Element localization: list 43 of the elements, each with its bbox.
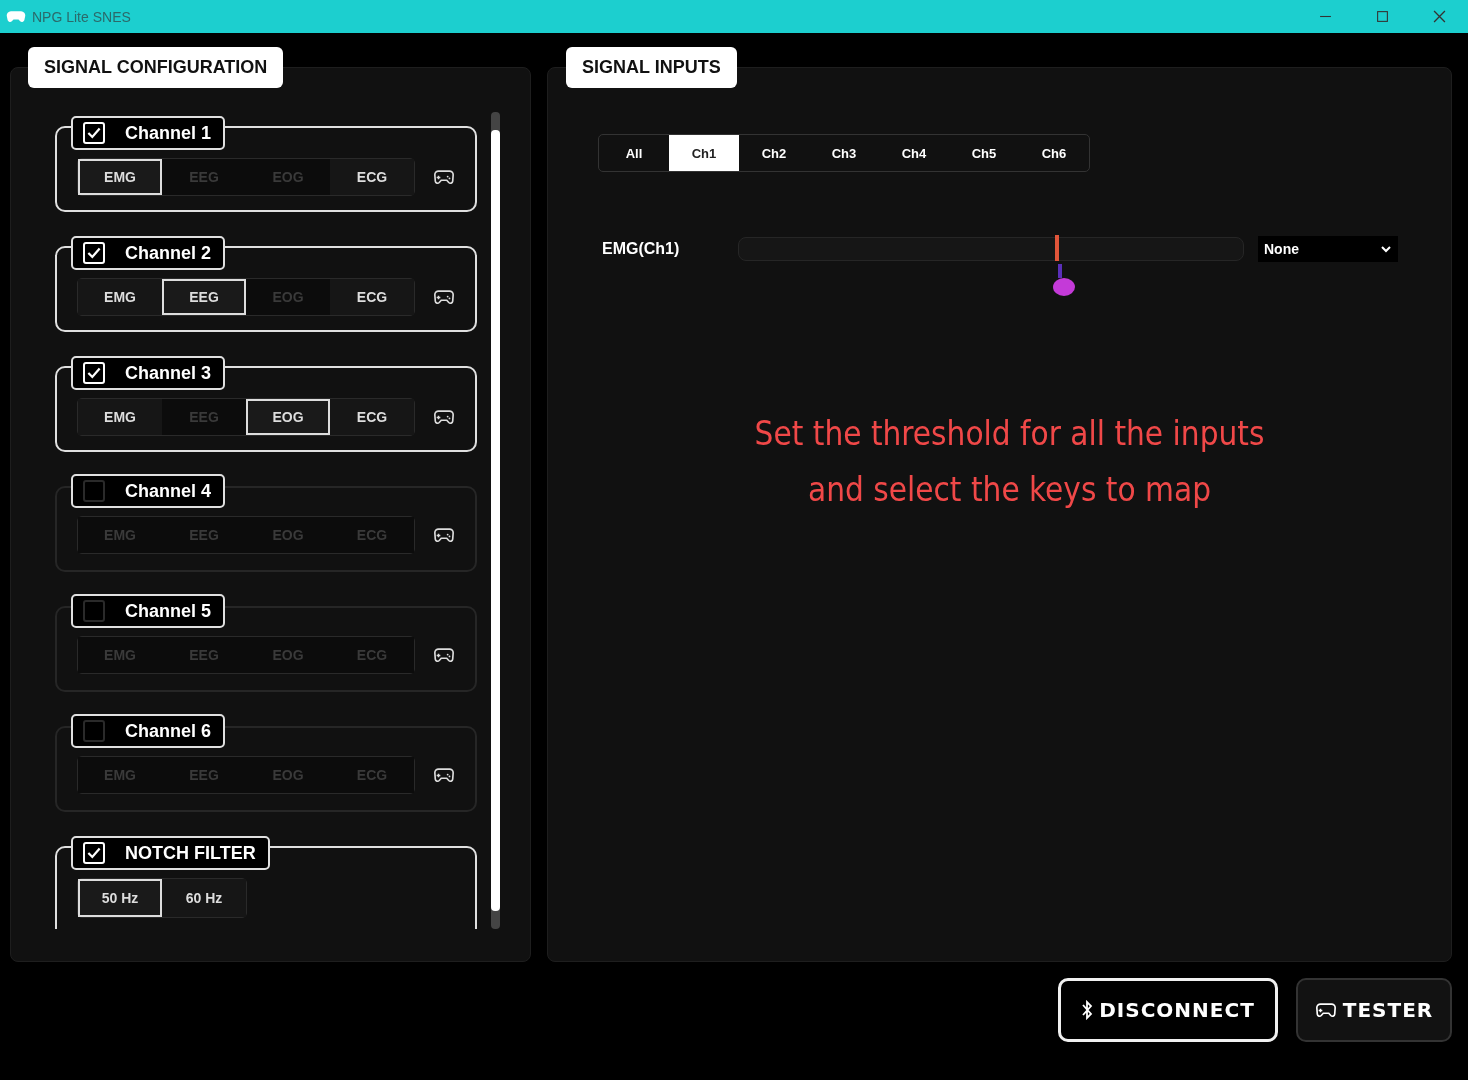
channel-tab[interactable]: Ch3: [809, 135, 879, 171]
notch-filter-label: NOTCH FILTER: [125, 842, 256, 864]
input-label: EMG(Ch1): [602, 240, 681, 258]
gamepad-icon[interactable]: [433, 288, 455, 306]
disconnect-button[interactable]: DISCONNECT: [1058, 978, 1278, 1042]
channel-tab[interactable]: Ch2: [739, 135, 809, 171]
gamepad-icon[interactable]: [433, 766, 455, 784]
channel-tab[interactable]: Ch1: [669, 135, 739, 171]
checkbox[interactable]: [83, 480, 105, 502]
chevron-down-icon: [1380, 245, 1392, 253]
channel-label: Channel 3: [125, 362, 212, 384]
close-icon[interactable]: [1433, 10, 1446, 23]
channel-label: Channel 1: [125, 122, 212, 144]
maximize-icon[interactable]: [1376, 10, 1389, 23]
channel-label: Channel 5: [125, 600, 212, 622]
key-dropdown[interactable]: None: [1258, 236, 1398, 262]
bluetooth-icon: [1081, 1000, 1094, 1020]
mode-button[interactable]: EEG: [162, 279, 246, 315]
channel-tab[interactable]: All: [599, 135, 669, 171]
panel-title: SIGNAL CONFIGURATION: [28, 47, 284, 88]
panel-title: SIGNAL INPUTS: [566, 47, 737, 88]
tester-button[interactable]: TESTER: [1296, 978, 1452, 1042]
gamepad-icon: [1314, 1001, 1337, 1019]
gamepad-icon[interactable]: [433, 408, 455, 426]
instruction-text: Set the threshold for all the inputs and select the keys to map: [753, 413, 1266, 511]
channel-tab[interactable]: Ch4: [879, 135, 949, 171]
threshold-marker[interactable]: [1054, 235, 1059, 261]
gamepad-icon[interactable]: [433, 526, 455, 544]
channel-tab[interactable]: Ch6: [1019, 135, 1089, 171]
channel-tab[interactable]: Ch5: [949, 135, 1019, 171]
channel-label: Channel 6: [125, 720, 212, 742]
frequency-button[interactable]: 50 Hz: [78, 879, 162, 917]
scrollbar[interactable]: [491, 130, 500, 911]
window-title: NPG Lite SNES: [32, 8, 131, 25]
gamepad-icon[interactable]: [433, 168, 455, 186]
mode-button[interactable]: EOG: [246, 399, 330, 435]
checkbox[interactable]: [83, 720, 105, 742]
channel-label: Channel 4: [125, 480, 212, 502]
gamepad-icon[interactable]: [433, 646, 455, 664]
channel-label: Channel 2: [125, 242, 212, 264]
mode-button[interactable]: EMG: [78, 159, 162, 195]
gamepad-icon: [6, 9, 26, 24]
checkbox[interactable]: [83, 600, 105, 622]
